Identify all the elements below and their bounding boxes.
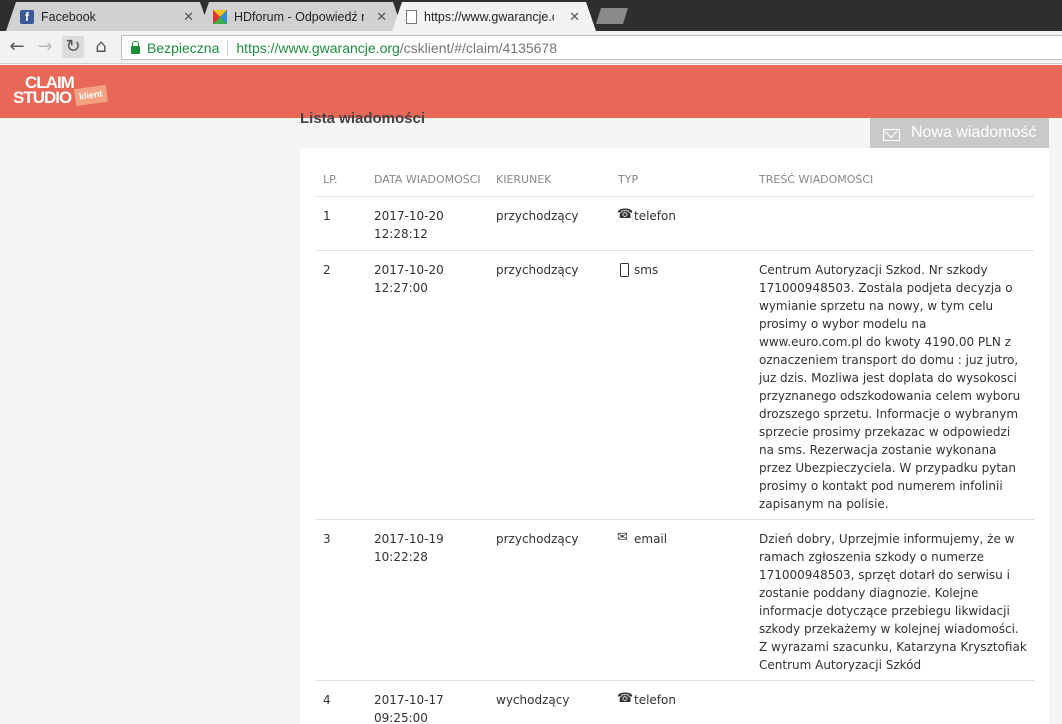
col-type: TYP bbox=[618, 173, 639, 186]
close-icon[interactable]: ✕ bbox=[376, 9, 387, 25]
col-body: TREŚĆ WIADOMOŚCI bbox=[759, 173, 874, 186]
col-lp: LP. bbox=[323, 173, 338, 186]
close-icon[interactable]: ✕ bbox=[183, 9, 194, 25]
row-type: telefon bbox=[617, 690, 676, 709]
new-message-button[interactable]: Nowa wiadomość bbox=[870, 118, 1049, 148]
row-type-label: telefon bbox=[634, 693, 676, 707]
row-lp: 1 bbox=[323, 209, 331, 223]
new-tab-button[interactable] bbox=[596, 8, 628, 24]
reload-icon[interactable]: ↻ bbox=[62, 36, 84, 58]
page-icon bbox=[406, 10, 417, 24]
logo-line-2: STUDIO bbox=[13, 88, 72, 107]
phone-icon bbox=[617, 690, 633, 708]
address-bar[interactable]: Bezpieczna https://www.gwarancje.org/csk… bbox=[121, 35, 1062, 60]
back-icon[interactable]: ← bbox=[6, 36, 28, 58]
tab-hdforum[interactable]: HDforum - Odpowiedź na ✕ bbox=[199, 2, 403, 31]
row-direction: przychodzący bbox=[496, 209, 579, 223]
row-type-label: sms bbox=[634, 263, 659, 277]
row-type: telefon bbox=[617, 206, 676, 225]
tab-gwarancje[interactable]: https://www.gwarancje.c ✕ bbox=[392, 2, 596, 31]
row-lp: 4 bbox=[323, 693, 331, 707]
row-lp: 2 bbox=[323, 263, 331, 277]
table-row[interactable]: 4 2017-10-17 09:25:00 wychodzący telefon bbox=[315, 681, 1034, 724]
row-body: Centrum Autoryzacji Szkod. Nr szkody 171… bbox=[759, 263, 1021, 511]
url-path: /csklient/#/claim/4135678 bbox=[399, 39, 557, 56]
row-date-time: 12:28:12 bbox=[374, 227, 428, 241]
row-direction: wychodzący bbox=[496, 693, 570, 707]
close-icon[interactable]: ✕ bbox=[569, 9, 580, 25]
divider bbox=[227, 39, 229, 56]
row-date: 2017-10-20 12:28:12 bbox=[374, 207, 474, 243]
envelope-icon bbox=[883, 128, 900, 141]
url-host: https://www.gwarancje.org bbox=[236, 39, 400, 56]
col-direction: KIERUNEK bbox=[496, 173, 552, 186]
logo-badge: klient bbox=[73, 84, 108, 107]
row-type-label: telefon bbox=[634, 209, 676, 223]
row-date-day: 2017-10-19 bbox=[374, 532, 444, 546]
row-type: email bbox=[617, 529, 668, 548]
messages-section: Lista wiadomości LP. DATA WIADOMOŚCI KIE… bbox=[300, 110, 1049, 724]
row-date-time: 12:27:00 bbox=[374, 281, 428, 295]
row-date-day: 2017-10-20 bbox=[374, 209, 444, 223]
row-date-time: 09:25:00 bbox=[374, 711, 428, 724]
lock-icon bbox=[131, 40, 140, 54]
row-direction: przychodzący bbox=[496, 532, 579, 546]
mobile-icon bbox=[618, 263, 630, 277]
tab-title: HDforum - Odpowiedź na bbox=[234, 9, 364, 24]
phone-icon bbox=[617, 206, 633, 224]
row-date-time: 10:22:28 bbox=[374, 550, 428, 564]
home-icon[interactable]: ⌂ bbox=[90, 36, 112, 58]
app-header: CLAIM STUDIO klient bbox=[0, 65, 1062, 118]
browser-toolbar: ← → ↻ ⌂ Bezpieczna https://www.gwarancje… bbox=[0, 31, 1062, 64]
table-row[interactable]: 3 2017-10-1910:22:28 przychodzący email … bbox=[315, 520, 1034, 681]
browser-tabstrip: f Facebook ✕ HDforum - Odpowiedź na ✕ ht… bbox=[0, 0, 1062, 31]
tab-title: https://www.gwarancje.c bbox=[424, 9, 554, 24]
table-row[interactable]: 2 2017-10-20 12:27:00 przychodzący sms Ce… bbox=[315, 251, 1034, 520]
security-label: Bezpieczna bbox=[147, 39, 220, 56]
row-body: Dzień dobry, Uprzejmie informujemy, że w… bbox=[759, 532, 1027, 672]
tab-title: Facebook bbox=[41, 9, 96, 24]
table-row[interactable]: 1 2017-10-20 12:28:12 przychodzący telefo… bbox=[315, 197, 1034, 251]
hdforum-icon bbox=[213, 10, 227, 24]
table-header: LP. DATA WIADOMOŚCI KIERUNEK TYP TREŚĆ W… bbox=[315, 173, 1034, 197]
tab-facebook[interactable]: f Facebook ✕ bbox=[6, 2, 210, 31]
row-lp: 3 bbox=[323, 532, 331, 546]
row-date-day: 2017-10-17 bbox=[374, 693, 444, 707]
forward-icon[interactable]: → bbox=[34, 36, 56, 58]
messages-table: LP. DATA WIADOMOŚCI KIERUNEK TYP TREŚĆ W… bbox=[300, 148, 1049, 724]
row-type-label: email bbox=[634, 532, 668, 546]
row-date-day: 2017-10-20 bbox=[374, 263, 444, 277]
claim-studio-logo[interactable]: CLAIM STUDIO klient bbox=[13, 74, 108, 107]
row-date: 2017-10-19 10:22:28 bbox=[374, 530, 474, 566]
row-date: 2017-10-17 09:25:00 bbox=[374, 691, 474, 724]
section-title: Lista wiadomości bbox=[300, 110, 426, 124]
row-type: sms bbox=[618, 261, 658, 279]
new-message-label: Nowa wiadomość bbox=[911, 124, 1037, 141]
row-direction: przychodzący bbox=[496, 263, 579, 277]
facebook-icon: f bbox=[20, 10, 34, 24]
row-date: 2017-10-20 12:27:00 bbox=[374, 261, 474, 297]
url-text: https://www.gwarancje.org/csklient/#/cla… bbox=[236, 40, 557, 56]
email-icon bbox=[617, 529, 630, 547]
col-date: DATA WIADOMOŚCI bbox=[374, 173, 481, 186]
